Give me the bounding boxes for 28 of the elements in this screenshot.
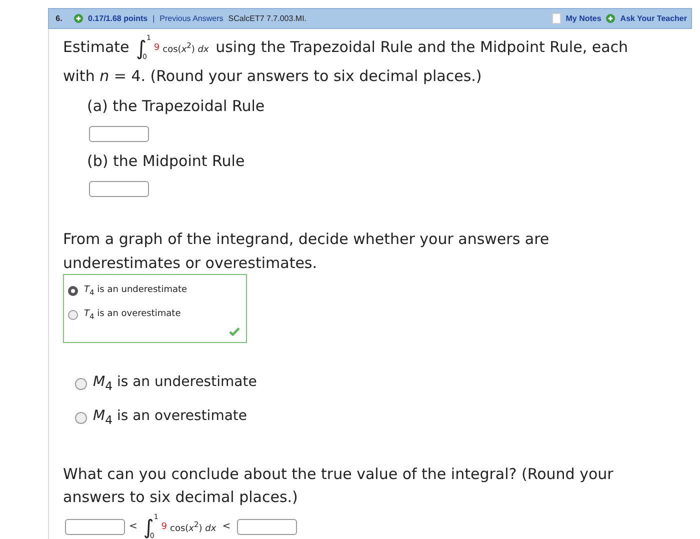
plus-icon — [74, 14, 83, 23]
question-text: From a graph of the integrand, decide whether your answers are underestimates or overestimates. — [63, 228, 550, 274]
separator-text: | — [152, 14, 155, 23]
option-label: T$_{4}$ is an overestimate — [84, 308, 181, 321]
answer-field[interactable] — [89, 180, 149, 197]
answer-field[interactable] — [236, 518, 297, 535]
radio-button[interactable] — [75, 378, 87, 390]
answer-field[interactable] — [89, 126, 149, 142]
radio-button[interactable] — [75, 412, 87, 424]
part-label: (a) the Trapezoidal Rule — [87, 96, 266, 116]
question-text: What can you conclude about the true value of the integral? (Round your answers to six decimal places.) — [63, 464, 614, 508]
previous-answers-link[interactable]: Previous Answers — [160, 14, 224, 23]
ask-teacher-link[interactable]: Ask Your Teacher — [620, 14, 687, 23]
less-than-sign: < — [222, 521, 231, 532]
points-text: 0.17/1.68 points — [88, 14, 148, 23]
less-than-sign: < — [129, 521, 138, 532]
radio-button[interactable] — [68, 310, 78, 320]
option-label: T$_{4}$ is an underestimate — [84, 284, 188, 297]
part-label: (b) the Midpoint Rule — [87, 150, 246, 171]
radio-button[interactable] — [68, 286, 78, 296]
plus-icon — [606, 14, 616, 23]
my-notes-link[interactable]: My Notes — [566, 14, 602, 23]
option-label: M$_{4}$ is an underestimate — [93, 374, 257, 394]
question-number: 6. — [54, 14, 64, 23]
question-code: SCalcET7 7.7.003.MI. — [228, 14, 307, 23]
option-label: M$_{4}$ is an overestimate — [93, 408, 248, 428]
note-icon — [552, 13, 561, 24]
answer-field[interactable] — [65, 518, 125, 535]
